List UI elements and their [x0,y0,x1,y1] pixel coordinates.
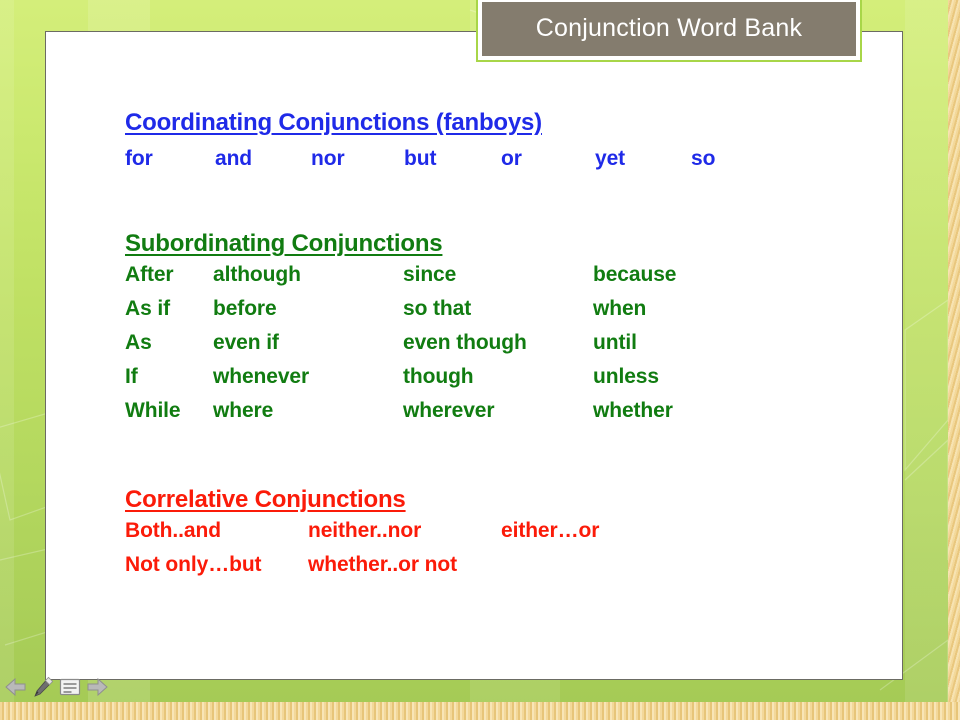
section-heading-subordinating: Subordinating Conjunctions [125,230,443,257]
conjunction-word: Both..and [125,519,221,542]
presentation-slide: Coordinating Conjunctions (fanboys) for an… [0,0,960,720]
conjunction-word: though [403,365,474,388]
conjunction-word: either…or [501,519,600,542]
conjunction-word: yet [595,147,626,170]
conjunction-word: If [125,365,138,388]
conjunction-word: As [125,331,152,354]
conjunction-word: After [125,263,174,286]
conjunction-word: or [501,147,522,170]
section-heading-correlative: Correlative Conjunctions [125,486,406,513]
conjunction-word: whenever [213,365,310,388]
page-title: Conjunction Word Bank [535,13,803,42]
conjunction-word: While [125,399,181,422]
conjunction-word: even though [403,331,527,354]
conjunction-word: for [125,147,153,170]
conjunction-word: because [593,263,677,286]
conjunction-word: when [593,297,647,320]
conjunction-word: wherever [403,399,495,422]
section-heading-coordinating: Coordinating Conjunctions (fanboys) [125,109,542,136]
conjunction-word: whether..or not [308,553,458,576]
slide-title-fill: Conjunction Word Bank [482,2,856,56]
conjunction-word: so [691,147,716,170]
conjunction-word: although [213,263,301,286]
conjunction-word: so that [403,297,472,320]
slide-content-panel: Coordinating Conjunctions (fanboys) for an… [45,31,903,680]
conjunction-word: before [213,297,277,320]
conjunction-word: neither..nor [308,519,422,542]
slide-title-box: Conjunction Word Bank [476,0,862,62]
conjunction-word: until [593,331,637,354]
next-slide-arrow-icon[interactable] [85,675,109,699]
conjunction-word: since [403,263,457,286]
gold-stripe-bottom [0,702,960,720]
conjunction-word: whether [593,399,673,422]
conjunction-word: Not only…but [125,553,262,576]
previous-slide-arrow-icon[interactable] [4,675,28,699]
conjunction-word: nor [311,147,345,170]
slide-navigation-controls[interactable] [4,674,109,700]
conjunction-word: and [215,147,253,170]
conjunction-lists: Coordinating Conjunctions (fanboys) for an… [46,32,904,681]
conjunction-word: where [213,399,274,422]
gold-stripe-right [948,0,960,720]
slide-menu-icon[interactable] [58,675,82,699]
pen-tool-icon[interactable] [31,675,55,699]
conjunction-word: As if [125,297,171,320]
conjunction-word: even if [213,331,279,354]
conjunction-word: unless [593,365,659,388]
conjunction-word: but [404,147,437,170]
